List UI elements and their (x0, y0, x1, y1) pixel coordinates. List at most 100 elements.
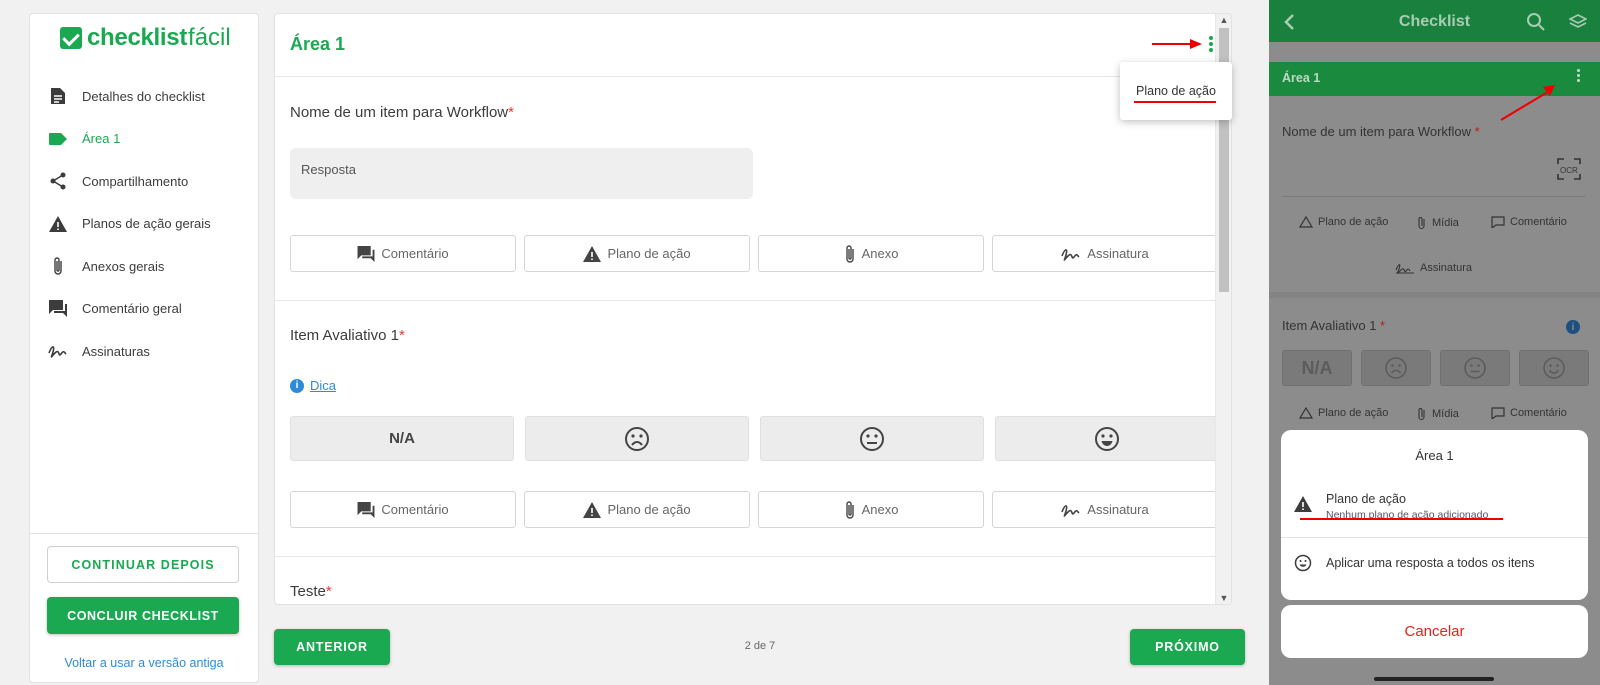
finish-checklist-button[interactable]: CONCLUIR CHECKLIST (47, 597, 239, 634)
mobile-screenshot: Checklist Área 1 Nome de um item para Wo… (1269, 0, 1600, 685)
signature-icon (1061, 248, 1080, 261)
comment-outline-icon (1491, 216, 1505, 228)
mobile-more-options-icon[interactable] (1577, 69, 1580, 84)
mobile-question-2: Item Avaliativo 1 * (1282, 318, 1385, 333)
question-text: Teste (290, 583, 326, 600)
mobile-info-icon[interactable]: i (1566, 320, 1580, 334)
sheet-title: Área 1 (1415, 448, 1454, 463)
warning-icon (583, 501, 602, 518)
menu-item-action-plan[interactable]: Plano de ação (1136, 84, 1216, 98)
checklist-card: Área 1 Nome de um item para Workflow* Re… (274, 13, 1232, 605)
question-label-teste: Teste* (290, 583, 332, 600)
mobile-question-1: Nome de um item para Workflow * (1282, 124, 1480, 139)
mobile-action-sheet: Área 1 Plano de ação Nenhum plano de açã… (1281, 430, 1588, 600)
happy-face-icon (1095, 426, 1119, 451)
comment-icon (48, 299, 68, 319)
sidebar-item-assinaturas[interactable]: Assinaturas (30, 330, 258, 373)
mobile-option-na[interactable]: N/A (1282, 350, 1352, 386)
signature-button[interactable]: Assinatura (992, 235, 1218, 272)
sidebar-item-area-1[interactable]: Área 1 (30, 118, 258, 161)
mobile-header: Checklist (1269, 0, 1600, 42)
action-plan-button[interactable]: Plano de ação (524, 491, 750, 528)
mobile-signature-button[interactable]: Assinatura (1395, 261, 1472, 275)
options-menu: Plano de ação (1120, 62, 1232, 120)
logo-text-bold: checklist (87, 24, 188, 51)
mobile-option-sad[interactable] (1361, 350, 1431, 386)
sidebar-item-comentario[interactable]: Comentário geral (30, 288, 258, 331)
attachment-button[interactable]: Anexo (758, 235, 984, 272)
sheet-item-action-plan[interactable]: Plano de ação Nenhum plano de ação adici… (1281, 487, 1588, 535)
option-na-button[interactable]: N/A (290, 416, 514, 461)
neutral-face-icon (1464, 357, 1486, 379)
required-marker: * (508, 104, 514, 121)
sidebar-item-detalhes[interactable]: Detalhes do checklist (30, 75, 258, 118)
comment-button[interactable]: Comentário (290, 491, 516, 528)
mobile-action-plan-button[interactable]: Plano de ação (1299, 407, 1388, 419)
mobile-media-button[interactable]: Mídia (1417, 407, 1459, 421)
checklistfacil-logo[interactable]: checklist fácil (60, 24, 231, 52)
option-happy-button[interactable] (995, 416, 1219, 461)
required-marker: * (325, 583, 332, 600)
mobile-comment-button[interactable]: Comentário (1491, 216, 1567, 228)
question-label-workflow: Nome de um item para Workflow* (290, 104, 514, 121)
label-tag-icon (48, 129, 68, 149)
search-icon[interactable] (1526, 12, 1546, 32)
mobile-answer-underline[interactable] (1282, 196, 1585, 197)
sidebar-nav: Detalhes do checklist Área 1 Compartilha… (30, 75, 258, 373)
mobile-comment-button[interactable]: Comentário (1491, 407, 1567, 419)
question-text: Item Avaliativo 1 (1282, 318, 1377, 333)
warning-icon (48, 214, 68, 234)
question-text: Nome de um item para Workflow (1282, 124, 1472, 139)
action-label: Plano de ação (607, 246, 691, 261)
sheet-item-apply-all[interactable]: Aplicar uma resposta a todos os itens (1281, 540, 1588, 590)
sidebar-item-label: Comentário geral (82, 301, 182, 317)
mobile-section-gap (1269, 292, 1600, 298)
previous-button[interactable]: ANTERIOR (274, 629, 390, 665)
action-label: Assinatura (1087, 502, 1149, 517)
paperclip-icon (1418, 408, 1425, 421)
sidebar-item-anexos[interactable]: Anexos gerais (30, 245, 258, 288)
mobile-action-plan-button[interactable]: Plano de ação (1299, 216, 1388, 228)
signature-icon (48, 341, 68, 361)
signature-button[interactable]: Assinatura (992, 491, 1218, 528)
ocr-scan-icon[interactable]: OCR (1557, 158, 1581, 180)
logo-text-light: fácil (188, 24, 231, 51)
mobile-media-button[interactable]: Mídia (1417, 216, 1459, 230)
divider (275, 300, 1217, 301)
old-version-link[interactable]: Voltar a usar a versão antiga (30, 656, 258, 670)
action-label: Comentário (381, 502, 449, 517)
sheet-divider (1281, 537, 1588, 538)
paperclip-icon (845, 244, 854, 263)
signature-icon (1061, 504, 1080, 517)
sidebar-item-label: Assinaturas (82, 343, 150, 359)
annotation-underline (1134, 101, 1216, 103)
hint-link[interactable]: i Dica (290, 378, 336, 393)
mobile-option-neutral[interactable] (1440, 350, 1510, 386)
required-marker: * (398, 327, 405, 344)
option-neutral-button[interactable] (760, 416, 984, 461)
evaluation-options: N/A (290, 416, 1219, 461)
action-label: Mídia (1432, 408, 1459, 420)
continue-later-button[interactable]: CONTINUAR DEPOIS (47, 546, 239, 583)
mobile-option-happy[interactable] (1519, 350, 1589, 386)
comment-icon (357, 245, 375, 262)
comment-button[interactable]: Comentário (290, 235, 516, 272)
action-label: Assinatura (1087, 246, 1149, 261)
cancel-button[interactable]: Cancelar (1281, 605, 1588, 658)
layers-icon[interactable] (1569, 14, 1587, 30)
divider (275, 556, 1217, 557)
mobile-title: Checklist (1398, 13, 1471, 30)
option-sad-button[interactable] (525, 416, 749, 461)
next-button[interactable]: PRÓXIMO (1130, 629, 1245, 665)
sidebar-item-planos[interactable]: Planos de ação gerais (30, 203, 258, 246)
action-label: Assinatura (1420, 262, 1472, 274)
signature-icon (1395, 264, 1414, 274)
answer-input[interactable]: Resposta (290, 148, 753, 199)
scroll-down-icon[interactable]: ▼ (1219, 593, 1229, 603)
action-plan-button[interactable]: Plano de ação (524, 235, 750, 272)
sidebar-item-compartilhamento[interactable]: Compartilhamento (30, 160, 258, 203)
warning-icon (1294, 496, 1312, 512)
attachment-button[interactable]: Anexo (758, 491, 984, 528)
happy-face-icon (1543, 357, 1565, 379)
scroll-up-icon[interactable]: ▲ (1219, 15, 1229, 25)
